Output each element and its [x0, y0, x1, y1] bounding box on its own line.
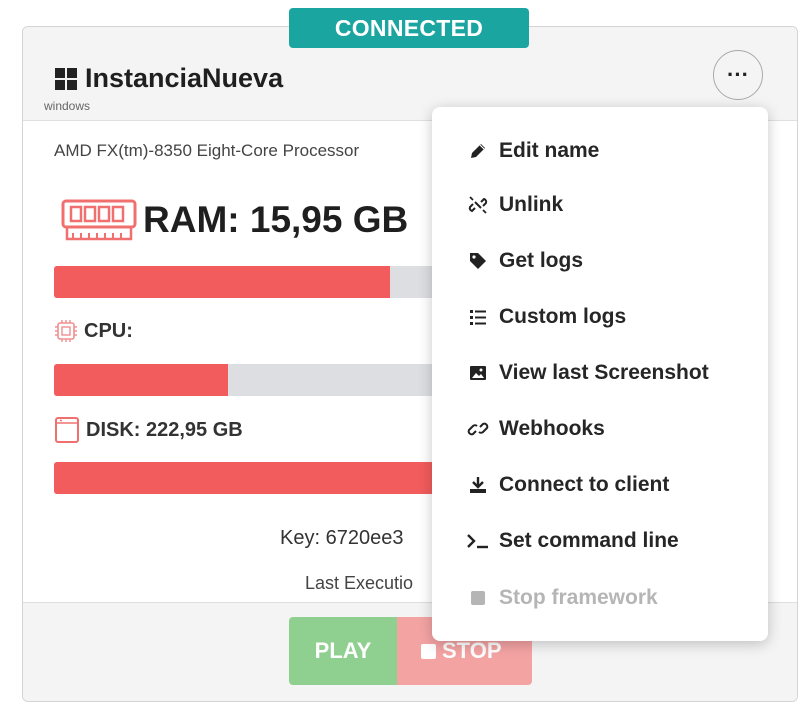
title-row: InstanciaNueva	[55, 63, 283, 94]
windows-logo-icon	[55, 67, 77, 90]
list-icon	[466, 305, 490, 329]
menu-item-webhooks[interactable]: Webhooks	[466, 414, 605, 444]
menu-item-custom-logs[interactable]: Custom logs	[466, 302, 626, 332]
menu-label: Unlink	[499, 193, 564, 216]
menu-item-unlink[interactable]: Unlink	[466, 190, 563, 220]
tag-icon	[466, 249, 490, 273]
unlink-icon	[466, 193, 490, 217]
menu-label: Webhooks	[499, 417, 605, 440]
menu-label: Custom logs	[499, 305, 627, 328]
processor-name: AMD FX(tm)-8350 Eight-Core Processor	[54, 141, 360, 160]
pencil-icon	[466, 139, 490, 163]
menu-label: Edit name	[499, 139, 600, 162]
image-icon	[466, 361, 490, 385]
menu-item-set-command-line[interactable]: Set command line	[466, 526, 679, 556]
stop-icon	[466, 586, 490, 610]
menu-label: Set command line	[499, 529, 679, 552]
terminal-icon	[466, 529, 490, 553]
ram-row: RAM: 15,95 GB	[61, 197, 408, 243]
os-label: windows	[44, 99, 91, 113]
menu-label: Connect to client	[499, 473, 670, 496]
menu-label: Get logs	[499, 249, 584, 272]
menu-label: View last Screenshot	[499, 361, 709, 384]
status-badge: CONNECTED	[289, 8, 529, 48]
download-icon	[466, 473, 490, 497]
menu-item-edit-name[interactable]: Edit name	[466, 136, 599, 166]
stop-square-icon	[421, 643, 436, 659]
cpu-usage-fill	[54, 364, 228, 396]
cpu-row: CPU:	[54, 319, 133, 343]
disk-icon	[55, 417, 79, 443]
menu-item-stop-framework[interactable]: Stop framework	[466, 583, 658, 613]
menu-item-connect-to-client[interactable]: Connect to client	[466, 470, 669, 500]
cpu-icon	[55, 320, 77, 342]
instance-key: Key: 6720ee3	[280, 527, 404, 549]
ram-label: RAM: 15,95 GB	[143, 199, 409, 240]
instance-title: InstanciaNueva	[85, 63, 284, 93]
ram-icon	[61, 199, 137, 241]
link-icon	[466, 417, 490, 441]
menu-item-view-screenshot[interactable]: View last Screenshot	[466, 358, 709, 388]
last-execution: Last Executio	[305, 573, 414, 593]
disk-label: DISK: 222,95 GB	[86, 418, 243, 441]
options-dropdown-menu: Edit name Unlink Get logs Custom logs Vi…	[432, 107, 768, 641]
menu-label: Stop framework	[499, 586, 658, 609]
stop-button-label: STOP	[442, 638, 502, 663]
more-options-button[interactable]: ···	[713, 50, 763, 100]
menu-item-get-logs[interactable]: Get logs	[466, 246, 583, 276]
ram-usage-fill	[54, 266, 390, 298]
disk-row: DISK: 222,95 GB	[54, 416, 243, 444]
play-button[interactable]: PLAY	[289, 617, 397, 685]
cpu-label: CPU:	[84, 319, 133, 342]
